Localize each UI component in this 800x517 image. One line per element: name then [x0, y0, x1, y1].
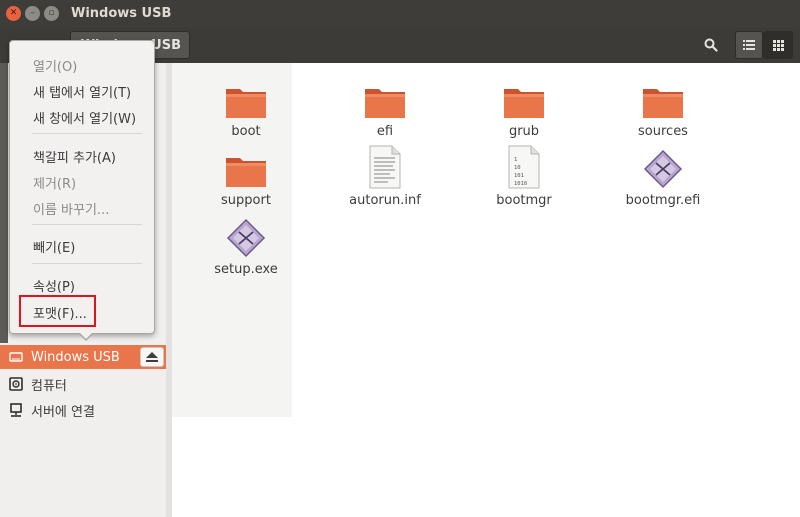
folder-icon	[643, 89, 683, 118]
folder-icon	[226, 158, 266, 187]
file-name: bootmgr.efi	[625, 193, 701, 208]
list-view-button[interactable]	[735, 31, 763, 59]
window-title: Windows USB	[71, 6, 172, 21]
close-window-button[interactable]: ✕	[6, 6, 21, 21]
executable-icon	[643, 149, 683, 189]
menu-item-open-in-new-window[interactable]: 새 창에서 열기(W)	[11, 105, 153, 129]
sidebar-item-label: Windows USB	[31, 349, 120, 365]
eject-button[interactable]	[140, 347, 164, 367]
file-name: sources	[638, 124, 688, 139]
file-item-sources[interactable]: sources	[598, 72, 728, 139]
list-view-icon	[743, 40, 755, 50]
file-name: setup.exe	[214, 262, 278, 277]
grid-view-button[interactable]	[763, 31, 793, 59]
text-file-icon	[369, 145, 401, 189]
menu-item-eject[interactable]: 빼기(E)	[11, 234, 153, 258]
network-server-icon	[8, 402, 24, 418]
sidebar-item-connect-to-server[interactable]: 서버에 연결	[0, 398, 166, 422]
file-item-grub[interactable]: grub	[459, 72, 589, 139]
binary-text: 1	[514, 157, 517, 163]
menu-item-open-in-new-tab[interactable]: 새 탭에서 열기(T)	[11, 79, 153, 103]
file-item-setup-exe[interactable]: setup.exe	[181, 210, 311, 277]
sidebar-edge	[0, 63, 8, 343]
menu-separator	[32, 133, 142, 134]
file-item-efi[interactable]: efi	[320, 72, 450, 139]
file-item-support[interactable]: support	[181, 141, 311, 208]
file-name: support	[221, 193, 271, 208]
grid-view-icon	[772, 39, 784, 51]
sidebar-item-label: 서버에 연결	[31, 404, 95, 420]
binary-text: 101	[514, 173, 524, 179]
binary-text: 1010	[514, 181, 527, 187]
minimize-window-button[interactable]: –	[25, 6, 40, 21]
file-name: grub	[508, 124, 540, 139]
binary-file-icon: 1 10 101 1010	[508, 145, 540, 189]
context-menu: 열기(O) 새 탭에서 열기(T) 새 창에서 열기(W) 책갈피 추가(A) …	[9, 40, 155, 334]
menu-item-open[interactable]: 열기(O)	[11, 53, 153, 77]
search-button[interactable]	[697, 31, 725, 59]
menu-item-remove[interactable]: 제거(R)	[11, 170, 153, 194]
sidebar-item-computer[interactable]: 컴퓨터	[0, 372, 166, 396]
sidebar-item-label: 컴퓨터	[31, 378, 67, 394]
file-item-autorun-inf[interactable]: autorun.inf	[320, 141, 450, 208]
folder-icon	[226, 89, 266, 118]
file-item-boot[interactable]: boot	[181, 72, 311, 139]
eject-icon	[146, 351, 158, 362]
menu-item-add-bookmark[interactable]: 책갈피 추가(A)	[11, 144, 153, 168]
title-bar: ✕ – ▫ Windows USB	[0, 0, 800, 27]
maximize-window-button[interactable]: ▫	[44, 6, 59, 21]
menu-item-properties[interactable]: 속성(P)	[11, 273, 153, 297]
file-name: bootmgr	[496, 193, 552, 208]
folder-icon	[365, 89, 405, 118]
sidebar-item-windows-usb[interactable]: Windows USB	[0, 345, 166, 369]
format-highlight-box	[19, 295, 96, 327]
drive-icon	[8, 349, 24, 365]
executable-icon	[226, 218, 266, 258]
file-item-bootmgr[interactable]: 1 10 101 1010 bootmgr	[459, 141, 589, 208]
file-name: efi	[376, 124, 394, 139]
folder-icon	[504, 89, 544, 118]
file-item-bootmgr-efi[interactable]: bootmgr.efi	[598, 141, 728, 208]
context-menu-pointer-fill	[79, 332, 93, 339]
binary-text: 10	[514, 165, 521, 171]
menu-separator	[32, 263, 142, 264]
search-icon	[704, 38, 718, 52]
file-name: boot	[231, 124, 261, 139]
file-name: autorun.inf	[349, 193, 421, 208]
computer-icon	[8, 376, 24, 392]
menu-separator	[32, 224, 142, 225]
menu-item-rename[interactable]: 이름 바꾸기...	[11, 196, 153, 220]
